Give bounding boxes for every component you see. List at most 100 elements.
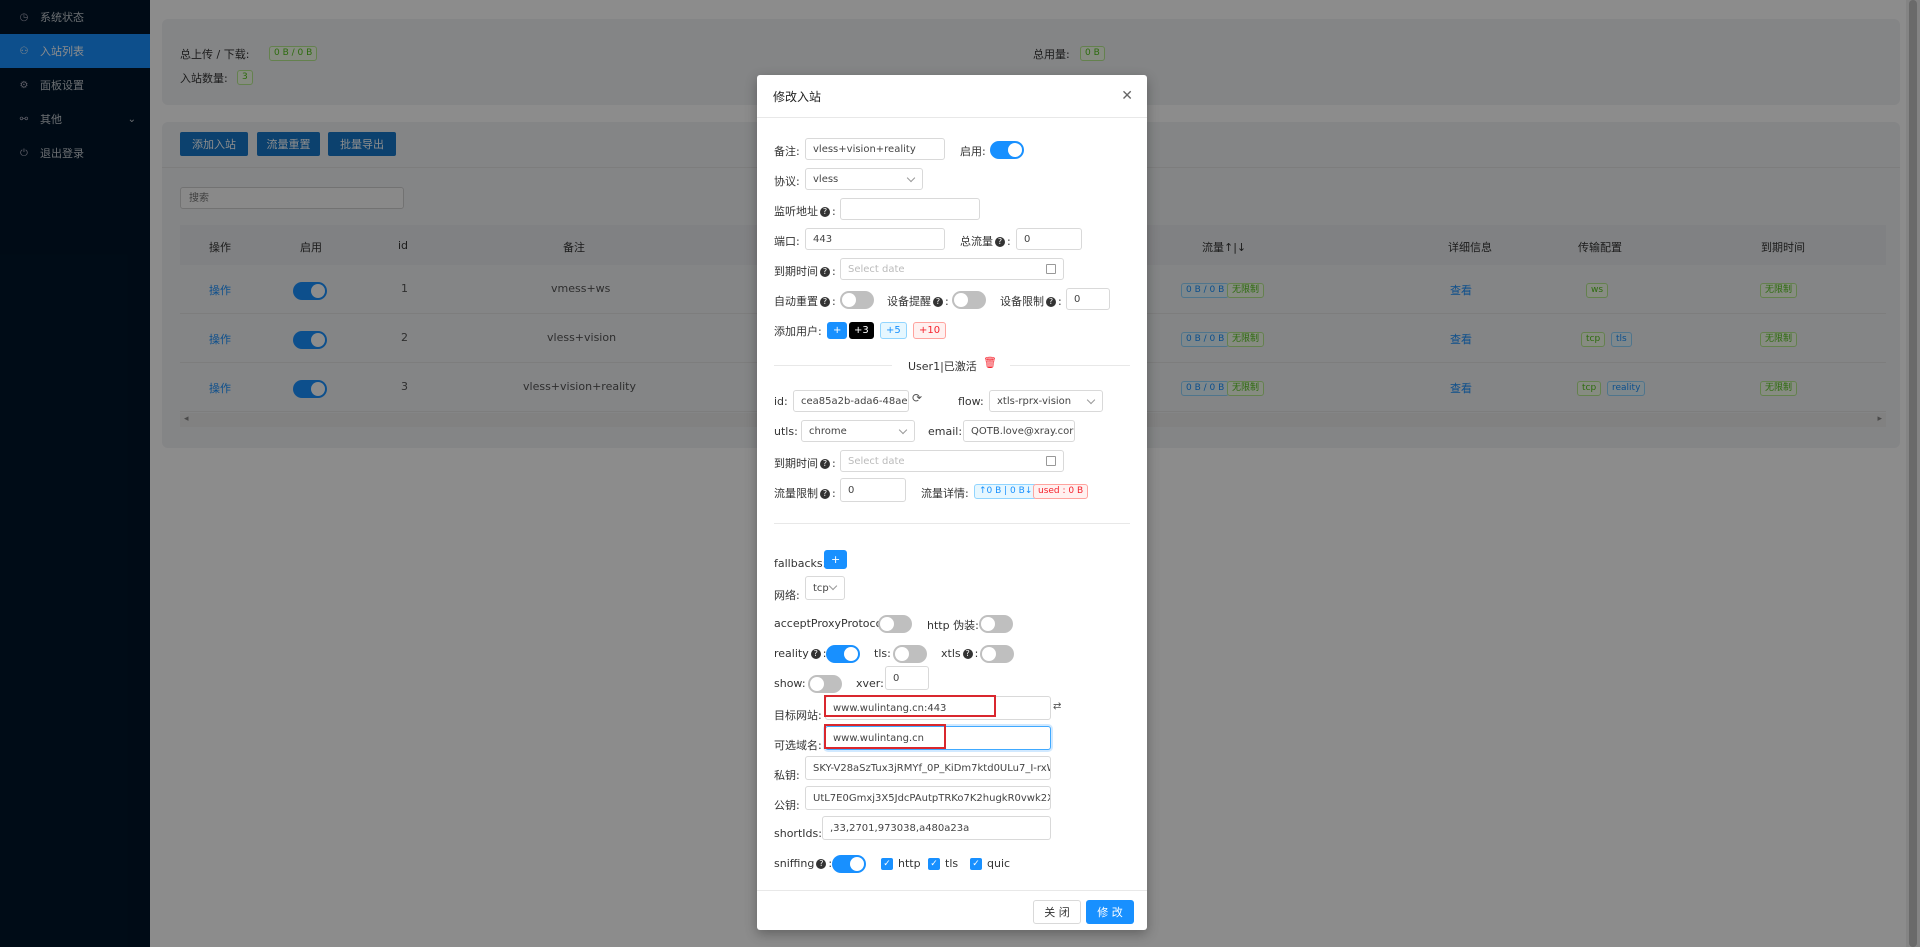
help-icon: ?: [1046, 297, 1056, 307]
help-icon: ?: [995, 237, 1005, 247]
help-icon: ?: [820, 459, 830, 469]
private-key-label: 私钥:: [774, 769, 800, 782]
help-icon: ?: [820, 297, 830, 307]
auto-reset-label: 自动重置?:: [774, 295, 836, 308]
reality-switch[interactable]: [826, 645, 860, 663]
help-icon: ?: [820, 489, 830, 499]
user-id-label: id:: [774, 395, 788, 408]
utls-select[interactable]: chrome: [801, 420, 915, 442]
http-fake-switch[interactable]: [979, 615, 1013, 633]
divider: [1010, 365, 1130, 366]
add-user-5-button[interactable]: +5: [880, 322, 907, 339]
device-limit-label: 设备限制?:: [1000, 295, 1062, 308]
listen-input[interactable]: [840, 198, 980, 220]
help-icon: ?: [820, 207, 830, 217]
tls-label: tls:: [874, 647, 891, 660]
delete-icon[interactable]: 🗑: [983, 356, 997, 369]
sniff-quic-label: quic: [987, 857, 1011, 870]
edit-inbound-modal: 修改入站 ✕ 备注: vless+vision+reality 启用: 协议: …: [757, 75, 1147, 930]
device-notify-switch[interactable]: [952, 291, 986, 309]
traffic-limit-input[interactable]: 0: [840, 478, 906, 502]
xver-label: xver:: [856, 677, 884, 690]
calendar-icon: [1046, 456, 1056, 466]
divider: [757, 890, 1147, 891]
auto-reset-switch[interactable]: [840, 291, 874, 309]
help-icon: ?: [816, 859, 827, 869]
help-icon: ?: [810, 649, 821, 659]
show-switch[interactable]: [808, 675, 842, 693]
email-input[interactable]: QOTB.love@xray.cor: [963, 420, 1075, 442]
protocol-select[interactable]: vless: [805, 168, 923, 190]
flow-select[interactable]: xtls-rprx-vision: [989, 390, 1103, 412]
accept-proxy-label: acceptProxyProtocol:: [774, 617, 890, 630]
private-key-input[interactable]: SKY-V28aSzTux3jRMYf_0P_KiDm7ktd0ULu7_I-r…: [805, 756, 1051, 780]
help-icon: ?: [962, 649, 973, 659]
add-user-10-button[interactable]: +10: [913, 322, 947, 339]
sniff-http-label: http: [898, 857, 921, 870]
xver-input[interactable]: 0: [885, 666, 929, 690]
accept-proxy-switch[interactable]: [878, 615, 912, 633]
email-label: email:: [928, 425, 963, 438]
user-header: User1|已激活: [908, 360, 977, 373]
enable-label: 启用:: [960, 145, 986, 158]
help-icon: ?: [820, 267, 830, 277]
add-user-3-button[interactable]: +3: [849, 322, 874, 339]
traffic-detail-label: 流量详情:: [921, 487, 969, 500]
modal-title: 修改入站: [773, 90, 822, 104]
expiry-label: 到期时间?:: [774, 265, 836, 278]
sniff-http-checkbox[interactable]: ✓: [881, 858, 893, 870]
close-icon[interactable]: ✕: [1121, 88, 1133, 104]
sniff-tls-checkbox[interactable]: ✓: [928, 858, 940, 870]
port-label: 端口:: [774, 235, 800, 248]
date-placeholder: Select date: [848, 455, 905, 467]
total-traffic-label: 总流量?:: [960, 235, 1011, 248]
device-notify-label: 设备提醒?:: [887, 295, 949, 308]
user-expiry-label: 到期时间?:: [774, 457, 836, 470]
user-expiry-date-picker[interactable]: Select date: [840, 450, 1064, 472]
sniff-quic-checkbox[interactable]: ✓: [970, 858, 982, 870]
show-label: show:: [774, 677, 806, 690]
user-id-input[interactable]: cea85a2b-ada6-48ae-: [793, 390, 909, 412]
traffic-limit-label: 流量限制?:: [774, 487, 836, 500]
xtls-switch[interactable]: [980, 645, 1014, 663]
tls-switch[interactable]: [893, 645, 927, 663]
reality-label: reality?:: [774, 647, 827, 660]
server-names-label: 可选域名:: [774, 739, 822, 752]
divider: [757, 117, 1147, 118]
used-tag: used : 0 B: [1033, 484, 1089, 499]
close-button[interactable]: 关 闭: [1033, 900, 1081, 924]
public-key-label: 公钥:: [774, 799, 800, 812]
swap-icon[interactable]: ⇄: [1053, 701, 1061, 712]
http-fake-label: http 伪装:: [927, 619, 979, 632]
enable-switch[interactable]: [990, 141, 1024, 159]
calendar-icon: [1046, 264, 1056, 274]
sniff-tls-label: tls: [945, 857, 959, 870]
expiry-date-picker[interactable]: Select date: [840, 258, 1064, 280]
protocol-label: 协议:: [774, 175, 800, 188]
total-traffic-input[interactable]: 0: [1016, 228, 1082, 250]
dest-label: 目标网站:: [774, 709, 822, 722]
device-limit-input[interactable]: 0: [1066, 288, 1110, 310]
add-user-label: 添加用户:: [774, 325, 822, 338]
date-placeholder: Select date: [848, 263, 905, 275]
divider: [774, 523, 1130, 524]
remark-label: 备注:: [774, 145, 800, 158]
short-ids-input[interactable]: ,33,2701,973038,a480a23a: [822, 816, 1051, 840]
port-input[interactable]: 443: [805, 228, 945, 250]
xtls-label: xtls?:: [941, 647, 979, 660]
submit-button[interactable]: 修 改: [1086, 900, 1134, 924]
public-key-input[interactable]: UtL7E0Gmxj3X5JdcPAutpTRKo7K2hugkR0vwk2Xr…: [805, 786, 1051, 810]
listen-label: 监听地址?:: [774, 205, 836, 218]
add-fallback-button[interactable]: +: [824, 550, 848, 569]
remark-input[interactable]: vless+vision+reality: [805, 138, 945, 160]
refresh-icon[interactable]: ⟳: [912, 391, 922, 405]
short-ids-label: shortIds:: [774, 827, 822, 840]
sniffing-switch[interactable]: [832, 855, 866, 873]
network-select[interactable]: tcp: [805, 576, 845, 600]
network-label: 网络:: [774, 589, 800, 602]
highlight-box: [824, 695, 996, 717]
add-user-1-button[interactable]: +: [827, 322, 848, 339]
flow-label: flow:: [958, 395, 984, 408]
utls-label: utls:: [774, 425, 798, 438]
highlight-box: [824, 724, 946, 749]
